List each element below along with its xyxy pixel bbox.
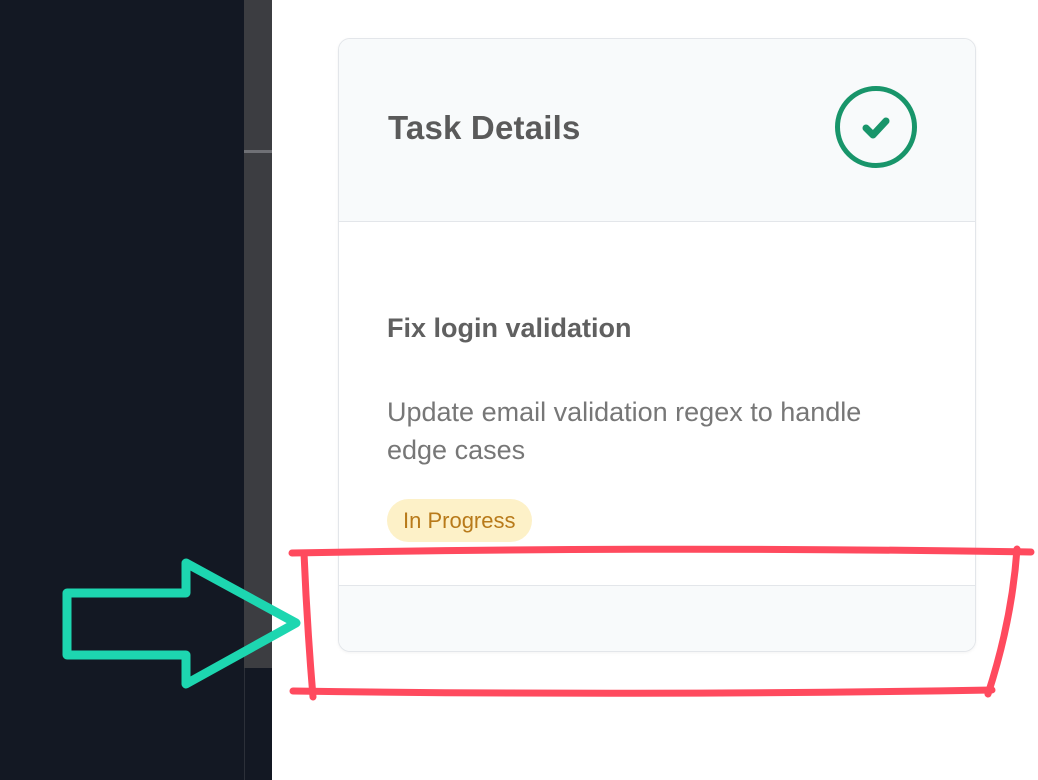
scrollbar-thumb[interactable] [244, 0, 272, 668]
card-title: Task Details [388, 109, 581, 146]
status-badge: In Progress [387, 499, 532, 542]
check-circle-icon [835, 86, 917, 168]
scrollbar-grip [244, 150, 272, 153]
task-details-card: Task Details Fix login validation Update… [338, 38, 976, 652]
dark-side-panel [0, 0, 244, 780]
check-mark-icon [862, 117, 890, 139]
card-footer [339, 585, 975, 651]
task-title: Fix login validation [387, 313, 632, 343]
card-header: Task Details [339, 39, 975, 222]
task-description: Update email validation regex to handle … [387, 397, 862, 465]
